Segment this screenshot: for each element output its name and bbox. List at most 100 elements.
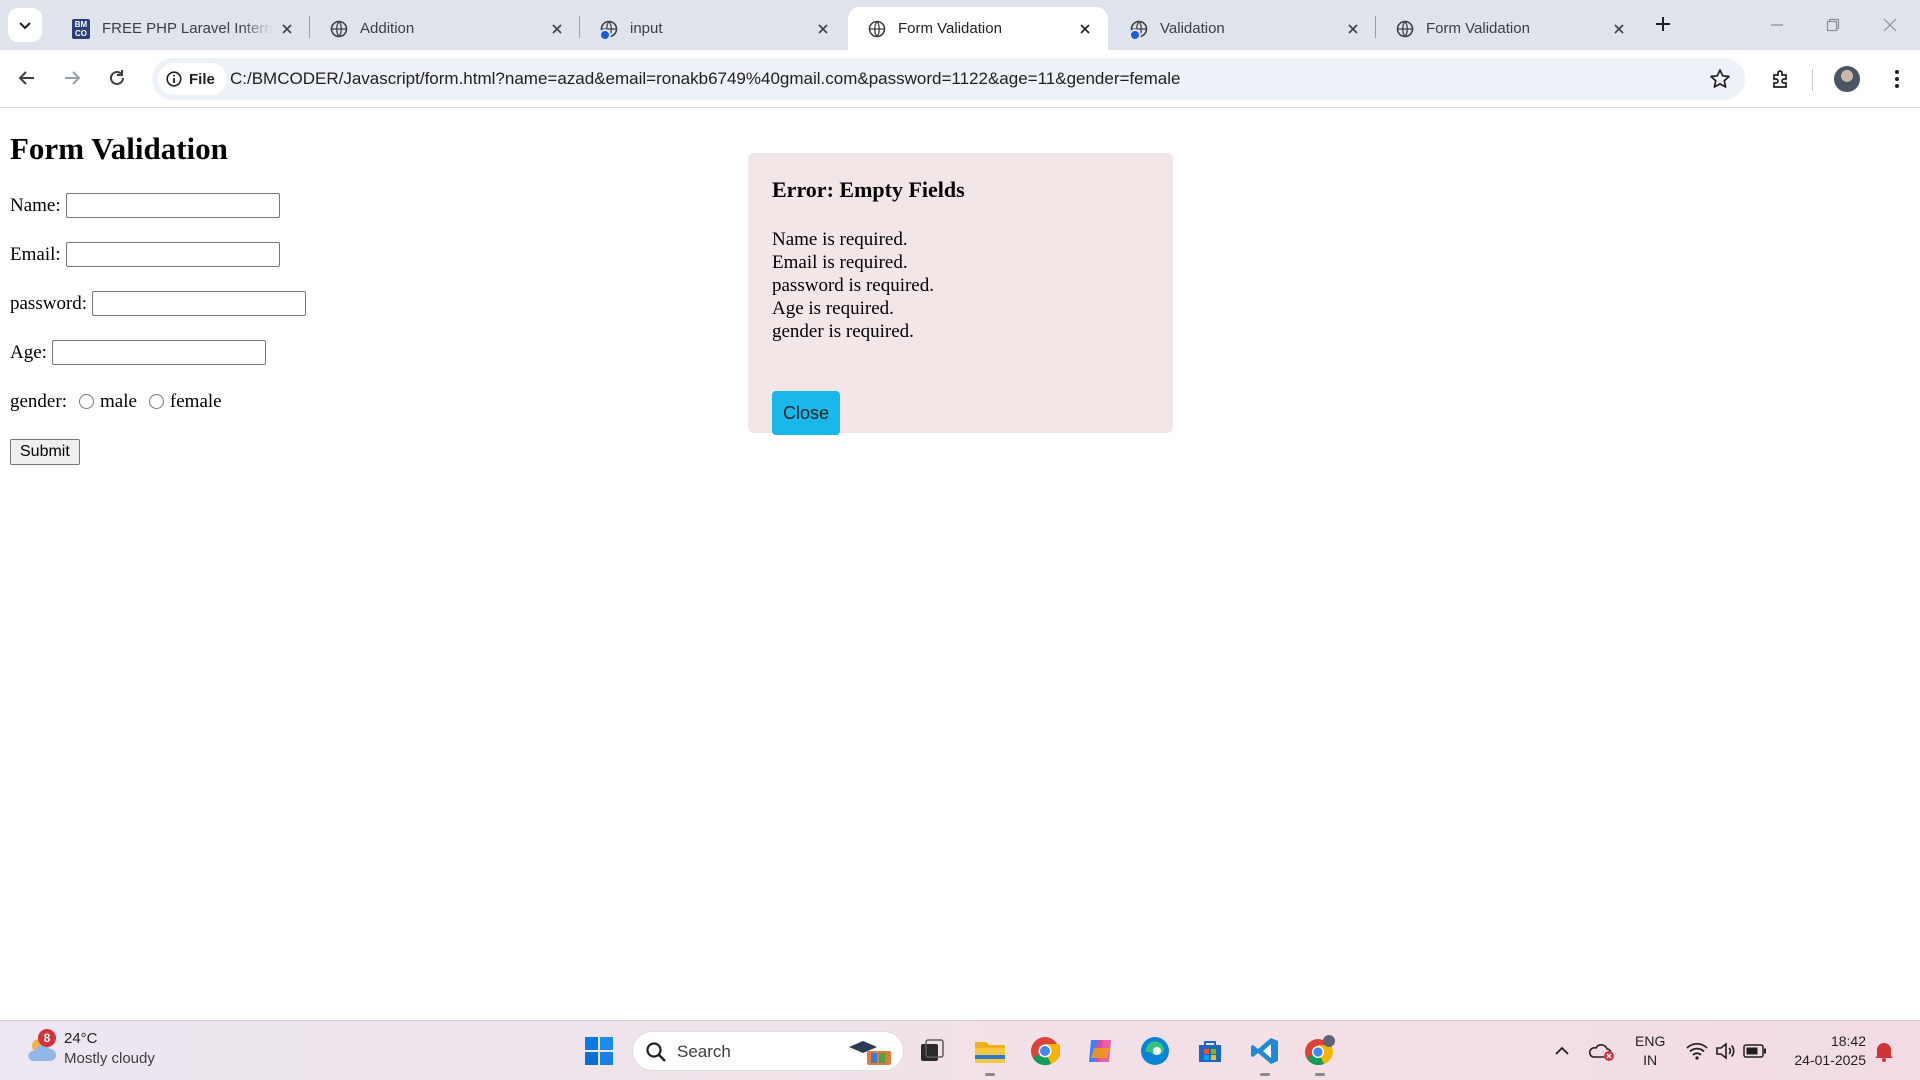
tab-addition[interactable]: Addition <box>310 7 580 50</box>
windows-start-button[interactable] <box>581 1033 617 1069</box>
email-input[interactable] <box>65 242 280 267</box>
error-message-list: Name is required. Email is required. pas… <box>772 228 1149 343</box>
gender-label: gender: <box>10 391 67 412</box>
info-icon <box>166 71 182 87</box>
address-bar[interactable]: File C:/BMCODER/Javascript/form.html?nam… <box>152 58 1745 100</box>
arrow-left-icon <box>18 71 34 85</box>
store-icon <box>1199 1041 1221 1062</box>
url-text[interactable]: C:/BMCODER/Javascript/form.html?name=aza… <box>230 69 1180 89</box>
chevron-up-icon <box>1555 1046 1569 1055</box>
notifications-button[interactable] <box>1866 1033 1902 1069</box>
chrome-icon <box>1031 1037 1060 1066</box>
new-tab-button[interactable] <box>1649 10 1677 38</box>
plus-icon <box>1656 17 1670 31</box>
close-button[interactable]: Close <box>772 391 840 435</box>
tab-laravel-internship[interactable]: BM CO FREE PHP Laravel Internship <box>52 7 310 50</box>
region-code: IN <box>1643 1052 1658 1068</box>
gender-female-label: female <box>169 391 222 412</box>
browser-menu-button[interactable] <box>1880 62 1914 96</box>
error-message: password is required. <box>772 275 934 296</box>
file-explorer-button[interactable] <box>972 1033 1008 1076</box>
tab-close-icon[interactable] <box>278 20 296 38</box>
running-indicator <box>985 1073 995 1076</box>
email-row: Email: <box>10 242 280 267</box>
show-hidden-icons-button[interactable] <box>1544 1033 1580 1069</box>
tab-close-icon[interactable] <box>1610 20 1628 38</box>
chrome-button[interactable] <box>1027 1033 1063 1069</box>
tab-title: Form Validation <box>1426 20 1530 37</box>
store-button[interactable] <box>1192 1033 1228 1069</box>
chrome-profile-icon <box>1305 1035 1335 1066</box>
edge-icon <box>1141 1037 1169 1065</box>
tab-close-icon[interactable] <box>814 20 832 38</box>
restore-button[interactable] <box>1813 10 1853 40</box>
extensions-button[interactable] <box>1764 62 1798 96</box>
tab-search-button[interactable] <box>8 8 42 42</box>
copilot-button[interactable] <box>1082 1033 1118 1069</box>
globe-icon <box>1129 20 1148 41</box>
speaker-icon <box>1716 1042 1735 1060</box>
profile-avatar[interactable] <box>1834 66 1860 92</box>
system-clock[interactable]: 18:42 24-01-2025 <box>1784 1032 1866 1070</box>
clock-date: 24-01-2025 <box>1794 1052 1866 1068</box>
star-icon <box>1710 69 1730 88</box>
tab-input[interactable]: input <box>580 7 846 50</box>
bmcoder-logo-icon: BM CO <box>72 18 90 39</box>
running-indicator <box>1315 1073 1325 1076</box>
password-label: password: <box>10 292 88 314</box>
tab-close-icon[interactable] <box>1344 20 1362 38</box>
form-title: Form Validation <box>10 131 228 166</box>
age-input[interactable] <box>51 340 266 365</box>
tab-close-icon[interactable] <box>548 20 566 38</box>
battery-button[interactable] <box>1737 1033 1773 1069</box>
tab-validation[interactable]: Validation <box>1110 7 1376 50</box>
password-row: password: <box>10 291 307 316</box>
error-message: Name is required. <box>772 229 908 250</box>
error-message: Age is required. <box>772 298 894 319</box>
search-icon <box>646 1042 666 1062</box>
tab-title: Addition <box>360 20 415 37</box>
toolbar-divider <box>1812 69 1813 91</box>
submit-button[interactable]: Submit <box>10 439 80 465</box>
bookmark-star-button[interactable] <box>1709 68 1731 90</box>
site-chip-label: File <box>189 70 215 88</box>
close-window-button[interactable] <box>1870 10 1910 40</box>
gender-male-label: male <box>99 391 137 412</box>
minimize-button[interactable] <box>1757 10 1797 40</box>
search-placeholder: Search <box>677 1042 731 1061</box>
forward-button[interactable] <box>54 60 90 96</box>
file-explorer-icon <box>975 1042 1005 1063</box>
input-language[interactable]: ENG IN <box>1635 1032 1665 1070</box>
password-input[interactable] <box>92 291 307 316</box>
error-modal: Error: Empty Fields Name is required. Em… <box>748 153 1173 435</box>
tab-close-icon[interactable] <box>1076 20 1094 38</box>
windows-start-icon <box>585 1037 613 1065</box>
weather-desc: Mostly cloudy <box>64 1050 155 1067</box>
tab-title: Validation <box>1160 20 1225 37</box>
tab-strip: BM CO FREE PHP Laravel Internship Additi… <box>0 0 1920 50</box>
reload-button[interactable] <box>99 60 135 96</box>
browser-toolbar: File C:/BMCODER/Javascript/form.html?nam… <box>0 50 1920 108</box>
taskbar-search[interactable]: Search <box>632 1031 904 1071</box>
clock-time: 18:42 <box>1830 1033 1866 1049</box>
onedrive-status-button[interactable] <box>1584 1033 1620 1069</box>
task-view-button[interactable] <box>914 1033 950 1069</box>
gender-male-radio[interactable] <box>78 393 94 409</box>
cloud-error-icon <box>1589 1044 1614 1061</box>
name-input[interactable] <box>65 193 280 218</box>
search-highlight-icon <box>849 1041 891 1065</box>
gender-female-radio[interactable] <box>148 393 164 409</box>
vscode-icon <box>1251 1038 1278 1064</box>
reload-icon <box>110 70 124 85</box>
chrome-profile-button[interactable] <box>1302 1033 1338 1076</box>
minimize-icon <box>1771 24 1783 26</box>
tab-form-validation-2[interactable]: Form Validation <box>1376 7 1642 50</box>
age-label: Age: <box>10 341 47 363</box>
tab-form-validation-active[interactable]: Form Validation <box>848 7 1108 50</box>
site-info-chip[interactable]: File <box>158 63 227 95</box>
back-button[interactable] <box>9 60 45 96</box>
edge-button[interactable] <box>1137 1033 1173 1069</box>
globe-icon <box>868 20 886 38</box>
vscode-button[interactable] <box>1247 1033 1283 1076</box>
battery-icon <box>1743 1044 1766 1058</box>
